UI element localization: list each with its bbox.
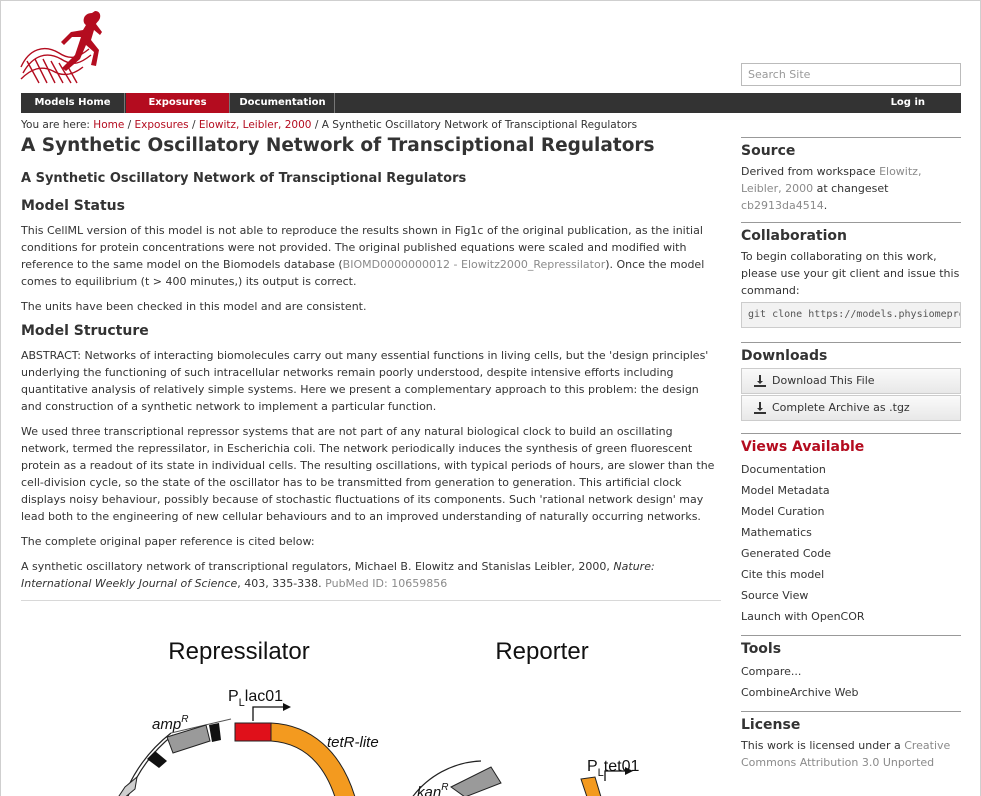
model-structure-heading: Model Structure xyxy=(21,323,149,339)
download-icon xyxy=(754,375,766,387)
breadcrumb-home[interactable]: Home xyxy=(93,119,124,131)
tools-section: Tools Compare... CombineArchive Web xyxy=(741,635,961,703)
page-title: A Synthetic Oscillatory Network of Trans… xyxy=(21,135,655,156)
view-source[interactable]: Source View xyxy=(741,585,961,606)
source-text-part: . xyxy=(823,199,828,212)
pubmed-id[interactable]: PubMed ID: 10659856 xyxy=(325,577,447,590)
kan-text: kan xyxy=(417,784,441,796)
breadcrumb-separator: / xyxy=(127,119,132,131)
main-content: A Synthetic Oscillatory Network of Trans… xyxy=(21,135,721,601)
breadcrumb-prefix: You are here: xyxy=(21,119,90,131)
model-status-text: This CellML version of this model is not… xyxy=(21,222,721,290)
download-file-label: Download This File xyxy=(772,374,875,387)
views-section: Views Available Documentation Model Meta… xyxy=(741,433,961,627)
tools-list: Compare... CombineArchive Web xyxy=(741,661,961,703)
source-text-part: at changeset xyxy=(813,182,889,195)
tool-compare[interactable]: Compare... xyxy=(741,661,961,682)
download-file-button[interactable]: Download This File xyxy=(741,368,961,394)
breadcrumb-exposures[interactable]: Exposures xyxy=(135,119,189,131)
search-input[interactable] xyxy=(741,63,961,86)
collaboration-title: Collaboration xyxy=(741,228,848,244)
reference-intro: The complete original paper reference is… xyxy=(21,535,315,548)
kan-sup: R xyxy=(441,782,448,793)
license-title: License xyxy=(741,717,801,733)
reference-authors: A synthetic oscillatory network of trans… xyxy=(21,560,614,573)
view-generated-code[interactable]: Generated Code xyxy=(741,543,961,564)
changeset-link[interactable]: cb2913da4514 xyxy=(741,199,824,212)
source-section: Source Derived from workspace Elowitz, L… xyxy=(741,137,961,214)
breadcrumb-workspace[interactable]: Elowitz, Leibler, 2000 xyxy=(199,119,312,131)
breadcrumb-current: A Synthetic Oscillatory Network of Trans… xyxy=(321,119,638,131)
model-status-heading: Model Status xyxy=(21,198,125,214)
views-list: Documentation Model Metadata Model Curat… xyxy=(741,459,961,627)
kan-label: kanR xyxy=(417,782,448,796)
views-title: Views Available xyxy=(741,439,865,455)
promoter-lac-label: PLlac01 xyxy=(228,688,283,709)
page-subtitle: A Synthetic Oscillatory Network of Trans… xyxy=(21,171,467,186)
repressilator-figure: Repressilator Reporter PLlac01 ampR tetR… xyxy=(118,638,639,796)
license-section: License This work is licensed under a Cr… xyxy=(741,711,961,771)
biomodels-link[interactable]: BIOMD0000000012 - Elowitz2000_Repressila… xyxy=(343,258,606,271)
reference-citation: A synthetic oscillatory network of trans… xyxy=(21,558,721,592)
collaboration-text: To begin collaborating on this work, ple… xyxy=(741,250,960,297)
view-model-metadata[interactable]: Model Metadata xyxy=(741,480,961,501)
tools-title: Tools xyxy=(741,641,782,657)
main-nav: Models Home Exposures Documentation Log … xyxy=(21,93,961,113)
tetr-label: tetR-lite xyxy=(327,734,379,751)
source-text-part: Derived from workspace xyxy=(741,165,880,178)
view-launch-opencor[interactable]: Launch with OpenCOR xyxy=(741,606,961,627)
reporter-title: Reporter xyxy=(495,638,588,665)
breadcrumb-separator: / xyxy=(191,119,196,131)
promoter-lac-p: P xyxy=(228,688,239,705)
abstract-text: ABSTRACT: Networks of interacting biomol… xyxy=(21,349,709,413)
repressilator-title: Repressilator xyxy=(168,638,309,665)
promoter-tet-p: P xyxy=(587,758,598,775)
amp-text: amp xyxy=(152,716,181,733)
downloads-title: Downloads xyxy=(741,348,828,364)
breadcrumb-separator: / xyxy=(314,119,319,131)
source-text: Derived from workspace Elowitz, Leibler,… xyxy=(741,163,961,214)
nav-models-home[interactable]: Models Home xyxy=(21,93,125,113)
promoter-lac-rest: lac01 xyxy=(245,688,283,705)
license-text-part: This work is licensed under a xyxy=(741,739,905,752)
source-title: Source xyxy=(741,143,796,159)
units-text: The units have been checked in this mode… xyxy=(21,300,367,313)
login-link[interactable]: Log in xyxy=(891,93,925,113)
view-model-curation[interactable]: Model Curation xyxy=(741,501,961,522)
download-icon xyxy=(754,402,766,414)
view-cite-model[interactable]: Cite this model xyxy=(741,564,961,585)
view-documentation[interactable]: Documentation xyxy=(741,459,961,480)
license-text: This work is licensed under a Creative C… xyxy=(741,737,961,771)
content-divider xyxy=(21,600,721,601)
download-archive-button[interactable]: Complete Archive as .tgz xyxy=(741,395,961,421)
promoter-tet-label: PLtet01 xyxy=(587,758,639,779)
breadcrumb: You are here: Home / Exposures / Elowitz… xyxy=(21,119,637,131)
collaboration-section: Collaboration To begin collaborating on … xyxy=(741,222,961,328)
view-mathematics[interactable]: Mathematics xyxy=(741,522,961,543)
amp-sup: R xyxy=(181,714,188,725)
tool-combinearchive[interactable]: CombineArchive Web xyxy=(741,682,961,703)
reference-tail: , 403, 335-338. xyxy=(237,577,326,590)
nav-exposures[interactable]: Exposures xyxy=(126,93,230,113)
body-text: We used three transcriptional repressor … xyxy=(21,425,715,523)
git-clone-command[interactable]: git clone https://models.physiomeproject… xyxy=(741,302,961,328)
promoter-tet-rest: tet01 xyxy=(604,758,640,775)
physiome-logo[interactable] xyxy=(19,9,111,87)
download-archive-label: Complete Archive as .tgz xyxy=(772,401,910,414)
sidebar: Source Derived from workspace Elowitz, L… xyxy=(741,137,961,779)
nav-documentation[interactable]: Documentation xyxy=(231,93,335,113)
downloads-section: Downloads Download This File Complete Ar… xyxy=(741,342,961,421)
page-frame: Models Home Exposures Documentation Log … xyxy=(0,0,981,796)
